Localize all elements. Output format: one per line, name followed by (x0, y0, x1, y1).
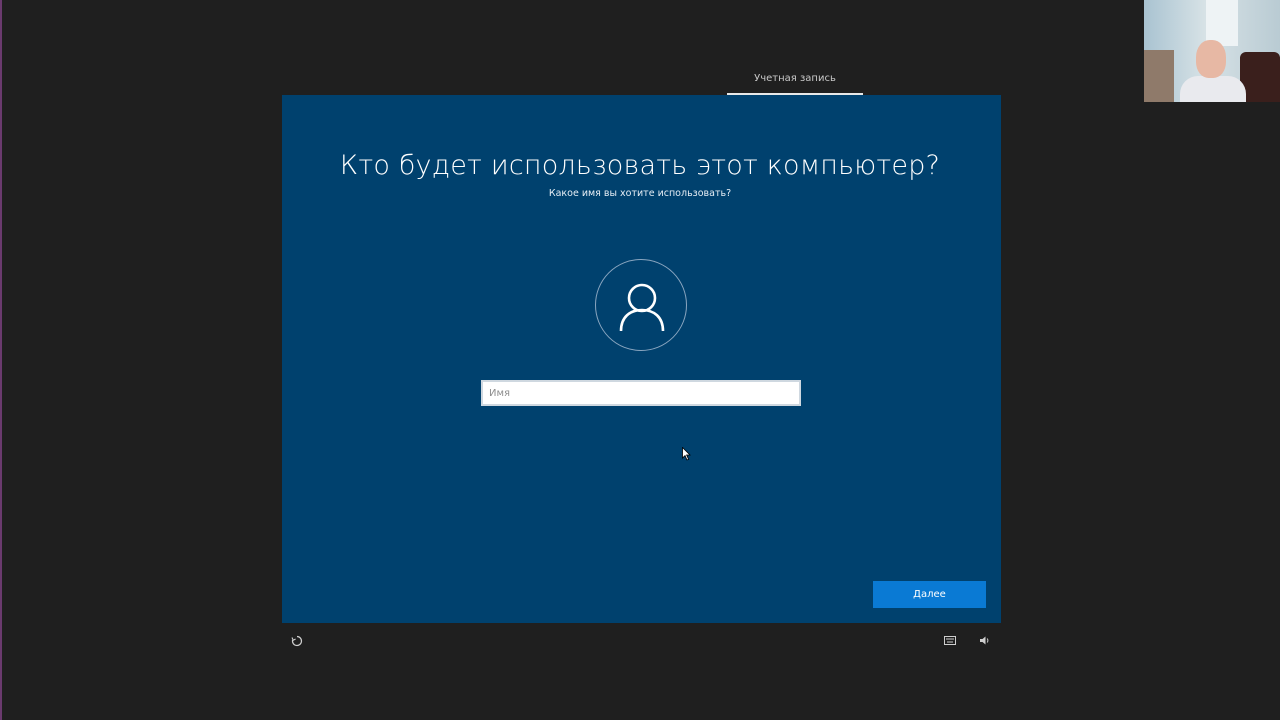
mouse-cursor (682, 446, 692, 465)
webcam-overlay (1144, 0, 1280, 102)
left-edge-strip (0, 0, 2, 720)
user-icon (619, 283, 665, 332)
keyboard-icon[interactable] (944, 636, 956, 647)
user-avatar (595, 259, 687, 351)
page-subtitle: Какое имя вы хотите использовать? (548, 188, 732, 199)
page-title: Кто будет использовать этот компьютер? (339, 150, 941, 181)
oobe-screen: Учетная запись Кто будет использовать эт… (0, 0, 1280, 720)
webcam-person-body (1180, 76, 1246, 102)
tab-account[interactable]: Учетная запись (727, 73, 863, 84)
ease-of-access-icon[interactable] (291, 635, 303, 649)
next-button[interactable]: Далее (873, 581, 986, 608)
name-input[interactable] (481, 380, 801, 406)
speaker-icon[interactable] (979, 635, 991, 648)
webcam-person-head (1196, 40, 1226, 78)
webcam-chair (1240, 52, 1280, 102)
webcam-shelf (1144, 50, 1174, 102)
